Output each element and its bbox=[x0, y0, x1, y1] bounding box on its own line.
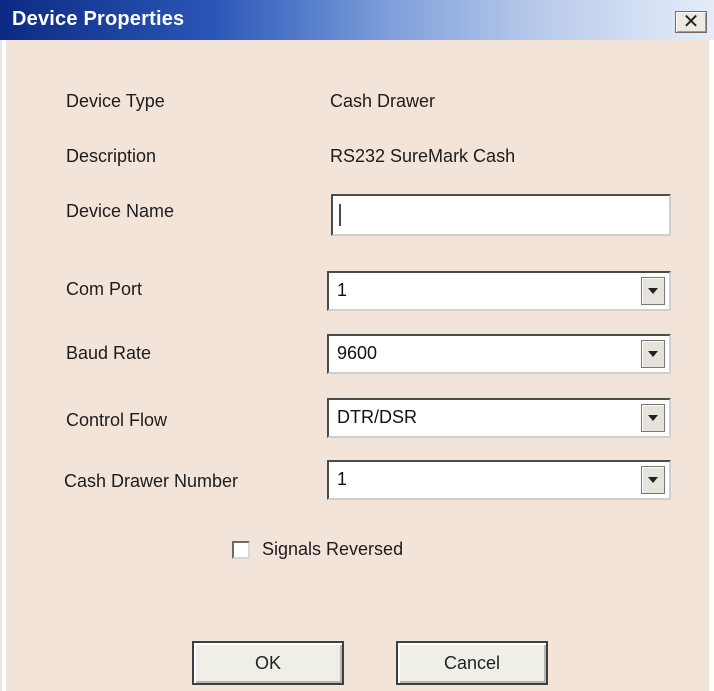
device-name-label: Device Name bbox=[66, 201, 175, 221]
device-properties-dialog: Device Properties ✕ Device Type Cash Dra… bbox=[0, 0, 714, 691]
chevron-down-icon[interactable] bbox=[641, 340, 665, 368]
control-flow-label: Control Flow bbox=[66, 410, 168, 430]
device-type-value: Cash Drawer bbox=[330, 91, 436, 111]
close-button[interactable]: ✕ bbox=[675, 11, 707, 33]
device-type-label: Device Type bbox=[66, 91, 165, 111]
chevron-down-icon[interactable] bbox=[641, 277, 665, 305]
com-port-value: 1 bbox=[337, 280, 348, 300]
description-value: RS232 SureMark Cash bbox=[330, 146, 516, 166]
signals-reversed-label[interactable]: Signals Reversed bbox=[262, 539, 403, 560]
cash-drawer-number-label: Cash Drawer Number bbox=[64, 471, 239, 491]
chevron-down-icon[interactable] bbox=[641, 404, 665, 432]
control-flow-value: DTR/DSR bbox=[337, 407, 417, 427]
baud-rate-value: 9600 bbox=[337, 343, 378, 363]
title-bar[interactable]: Device Properties ✕ bbox=[0, 0, 714, 40]
cash-drawer-number-select[interactable]: 1 bbox=[327, 460, 671, 500]
baud-rate-select[interactable]: 9600 bbox=[327, 334, 671, 374]
signals-reversed-checkbox[interactable] bbox=[232, 541, 250, 559]
device-name-input[interactable] bbox=[331, 194, 671, 236]
left-window-edge bbox=[0, 40, 8, 691]
cash-drawer-number-value: 1 bbox=[337, 469, 348, 489]
close-icon: ✕ bbox=[682, 11, 700, 33]
ok-button[interactable]: OK bbox=[192, 641, 344, 685]
description-label: Description bbox=[66, 146, 157, 166]
baud-rate-label: Baud Rate bbox=[66, 343, 152, 363]
right-window-edge bbox=[708, 40, 714, 691]
com-port-select[interactable]: 1 bbox=[327, 271, 671, 311]
chevron-down-icon[interactable] bbox=[641, 466, 665, 494]
text-cursor bbox=[339, 204, 341, 226]
com-port-label: Com Port bbox=[66, 279, 143, 299]
cancel-button[interactable]: Cancel bbox=[396, 641, 548, 685]
window-title: Device Properties bbox=[12, 8, 185, 30]
control-flow-select[interactable]: DTR/DSR bbox=[327, 398, 671, 438]
